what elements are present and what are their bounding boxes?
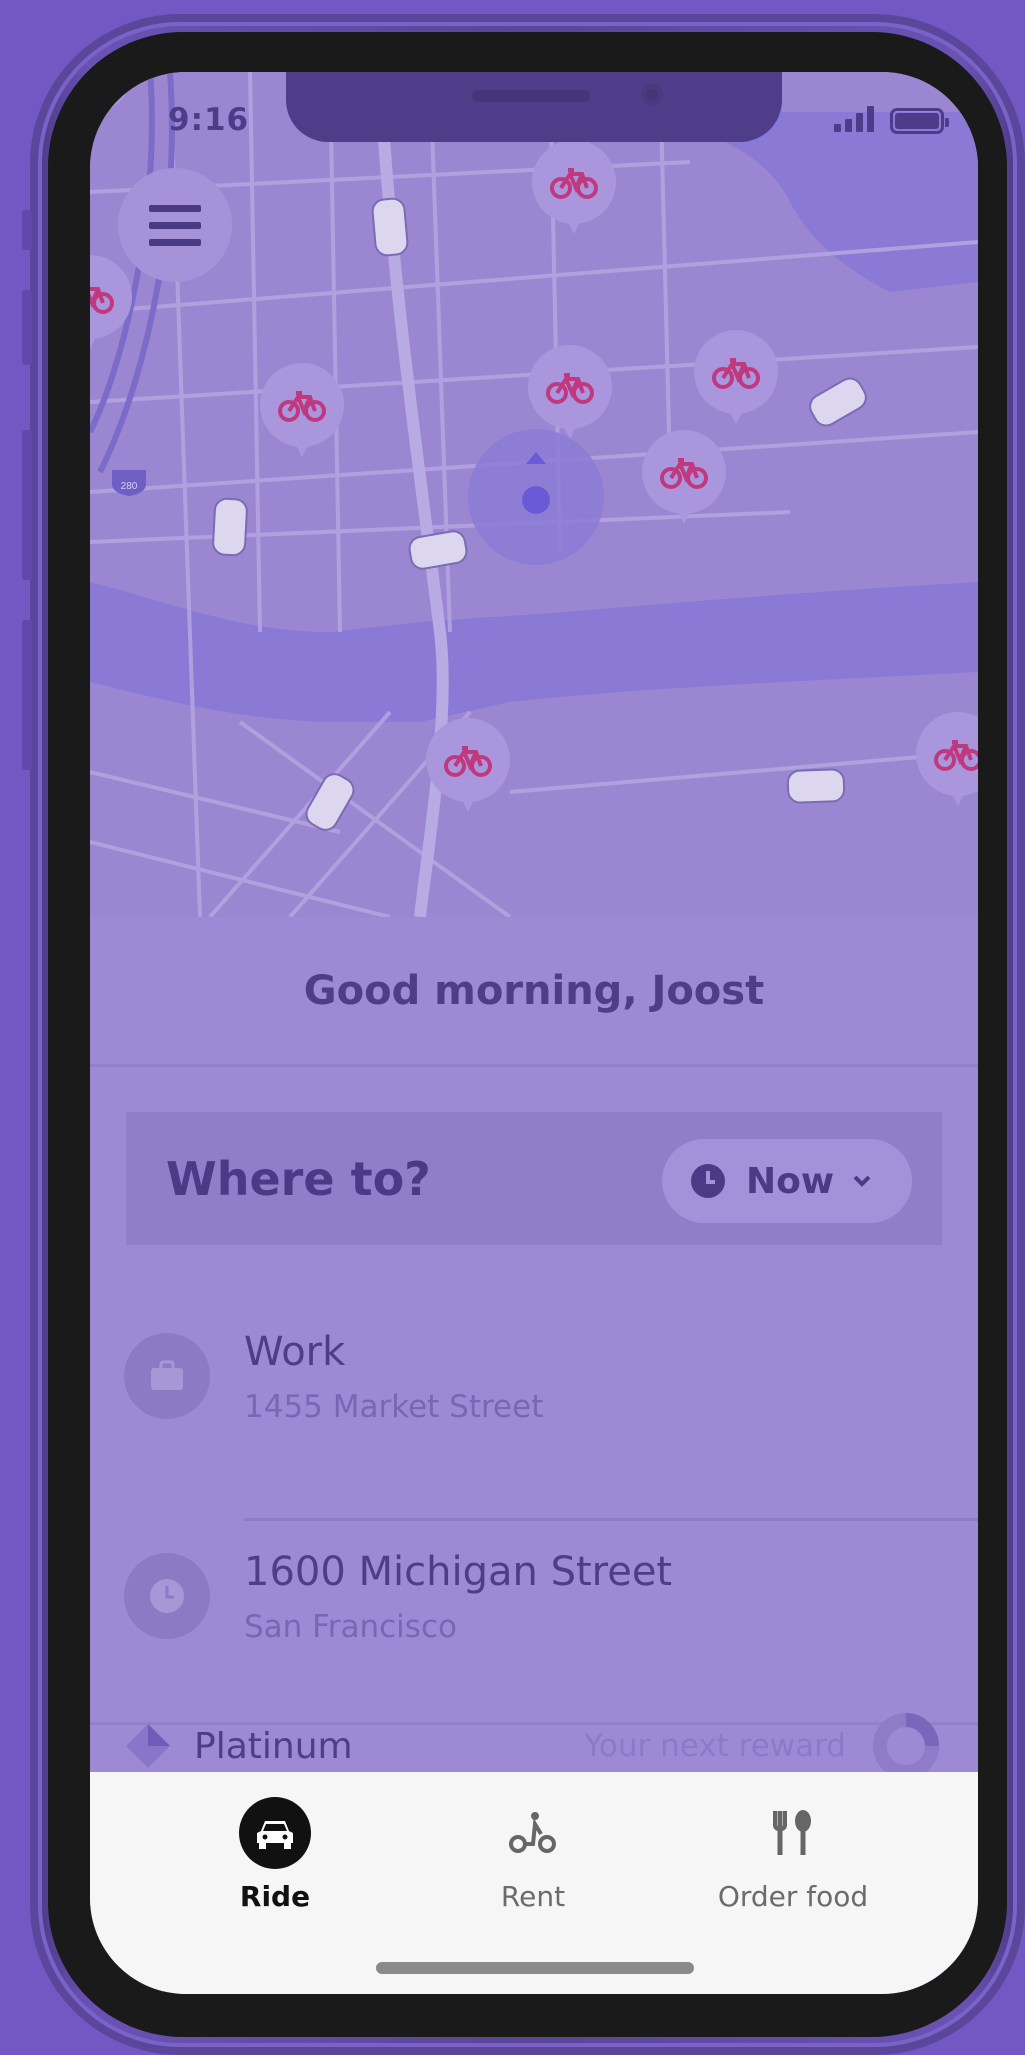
where-to-label[interactable]: Where to? <box>166 1152 431 1206</box>
phone-side-button <box>22 210 32 250</box>
briefcase-icon <box>124 1333 210 1419</box>
chevron-down-icon <box>853 1175 871 1187</box>
bike-rent-icon <box>497 1797 569 1869</box>
rewards-row[interactable]: Platinum Your next reward <box>90 1713 978 1779</box>
tab-bar: Ride Rent Order food <box>90 1772 978 1994</box>
signal-icon <box>834 106 874 132</box>
app-screen: 280 9:16 Good morning, Joost Where to? N… <box>90 72 978 1994</box>
now-label: Now <box>746 1160 835 1202</box>
place-subtitle: San Francisco <box>244 1609 457 1645</box>
battery-icon <box>890 108 949 134</box>
clock-icon <box>691 1164 725 1198</box>
menu-button[interactable] <box>118 168 232 282</box>
notch <box>286 72 782 142</box>
place-title: Work <box>244 1329 346 1375</box>
tab-label: Rent <box>500 1880 566 1913</box>
phone-side-button-2 <box>22 620 32 770</box>
camera <box>641 84 663 106</box>
platinum-diamond-icon <box>126 1724 170 1768</box>
status-time: 9:16 <box>168 102 250 138</box>
tab-label: Ride <box>239 1880 311 1913</box>
home-indicator[interactable] <box>376 1962 694 1974</box>
clock-icon <box>124 1553 210 1639</box>
speaker <box>472 90 590 102</box>
tab-label: Order food <box>717 1880 869 1913</box>
tab-order-food[interactable]: Order food <box>678 1772 908 1942</box>
saved-place-recent[interactable]: 1600 Michigan Street San Francisco <box>90 1495 978 1695</box>
tab-ride[interactable]: Ride <box>160 1772 390 1942</box>
hamburger-icon-line <box>149 204 201 212</box>
hamburger-icon-line <box>149 221 201 229</box>
place-title: 1600 Michigan Street <box>244 1549 673 1595</box>
tab-rent[interactable]: Rent <box>418 1772 648 1942</box>
phone-volume-down <box>22 430 32 580</box>
place-subtitle: 1455 Market Street <box>244 1389 544 1425</box>
car-icon <box>239 1797 311 1869</box>
where-to-search[interactable]: Where to? Now <box>126 1112 942 1245</box>
phone-volume-up <box>22 290 32 365</box>
tier-label: Platinum <box>194 1726 353 1767</box>
saved-place-work[interactable]: Work 1455 Market Street <box>90 1295 978 1495</box>
hamburger-icon-line <box>149 238 201 246</box>
schedule-now-button[interactable]: Now <box>662 1139 912 1223</box>
bottom-sheet: Good morning, Joost Where to? Now Work 1… <box>90 917 978 1772</box>
next-reward-label: Your next reward <box>584 1728 846 1764</box>
fork-spoon-icon <box>757 1797 829 1869</box>
greeting-text: Good morning, Joost <box>90 917 978 1067</box>
